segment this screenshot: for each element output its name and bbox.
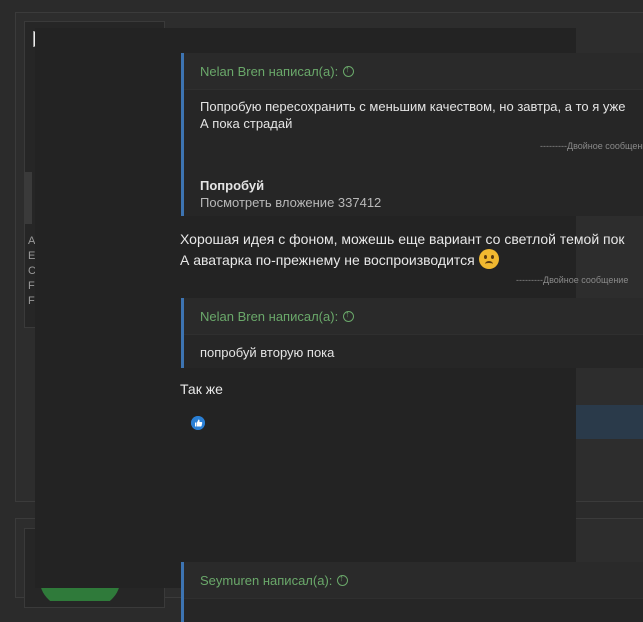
quote-header-1[interactable]: Nelan Bren написал(а): [184,53,643,90]
quote-text-line: А пока страдай [200,116,293,131]
arrow-up-circle-icon[interactable] [343,309,355,322]
message-line-1: Хорошая идея с фоном, можешь еще вариант… [180,231,625,247]
message-text: А аватарка по-прежнему не воспроизводитс… [180,252,475,268]
message-content: Nelan Bren написал(а): Попробую пересохр… [170,40,643,622]
quote-header-3[interactable]: Seymuren написал(а): [184,562,643,599]
arrow-up-circle-icon[interactable] [343,64,355,77]
attachment-link[interactable]: Посмотреть вложение 337412 [200,194,643,211]
reply-text: Так же [180,381,223,397]
double-post-divider: ---------Двойное сообщение [540,141,643,151]
double-post-divider: ---------Двойное сообщение [516,275,629,285]
quote-body-2: попробуй вторую пока [200,345,335,360]
arrow-up-circle-icon[interactable] [337,573,349,586]
quote-bold-text: Попробуй [200,178,265,193]
message-line-2: А аватарка по-прежнему не воспроизводитс… [180,249,499,270]
quote-block-1: Nelan Bren написал(а): Попробую пересохр… [181,53,643,216]
quote-body-1: Попробую пересохранить с меньшим качеств… [184,90,643,219]
thumbs-up-icon[interactable] [191,416,205,430]
quote-text-line: Попробую пересохранить с меньшим качеств… [200,99,626,114]
user-panel-stripe [24,172,32,224]
quote-block-2: Nelan Bren написал(а): попробуй вторую п… [181,298,643,368]
quote-header-2[interactable]: Nelan Bren написал(а): [184,298,643,335]
quote-author-2[interactable]: Nelan Bren написал(а): [200,309,338,324]
quote-author-3[interactable]: Seymuren написал(а): [200,573,332,588]
quote-author-1[interactable]: Nelan Bren написал(а): [200,64,338,79]
frowning-face-icon [478,249,499,269]
quote-block-3: Seymuren написал(а): [181,562,643,622]
